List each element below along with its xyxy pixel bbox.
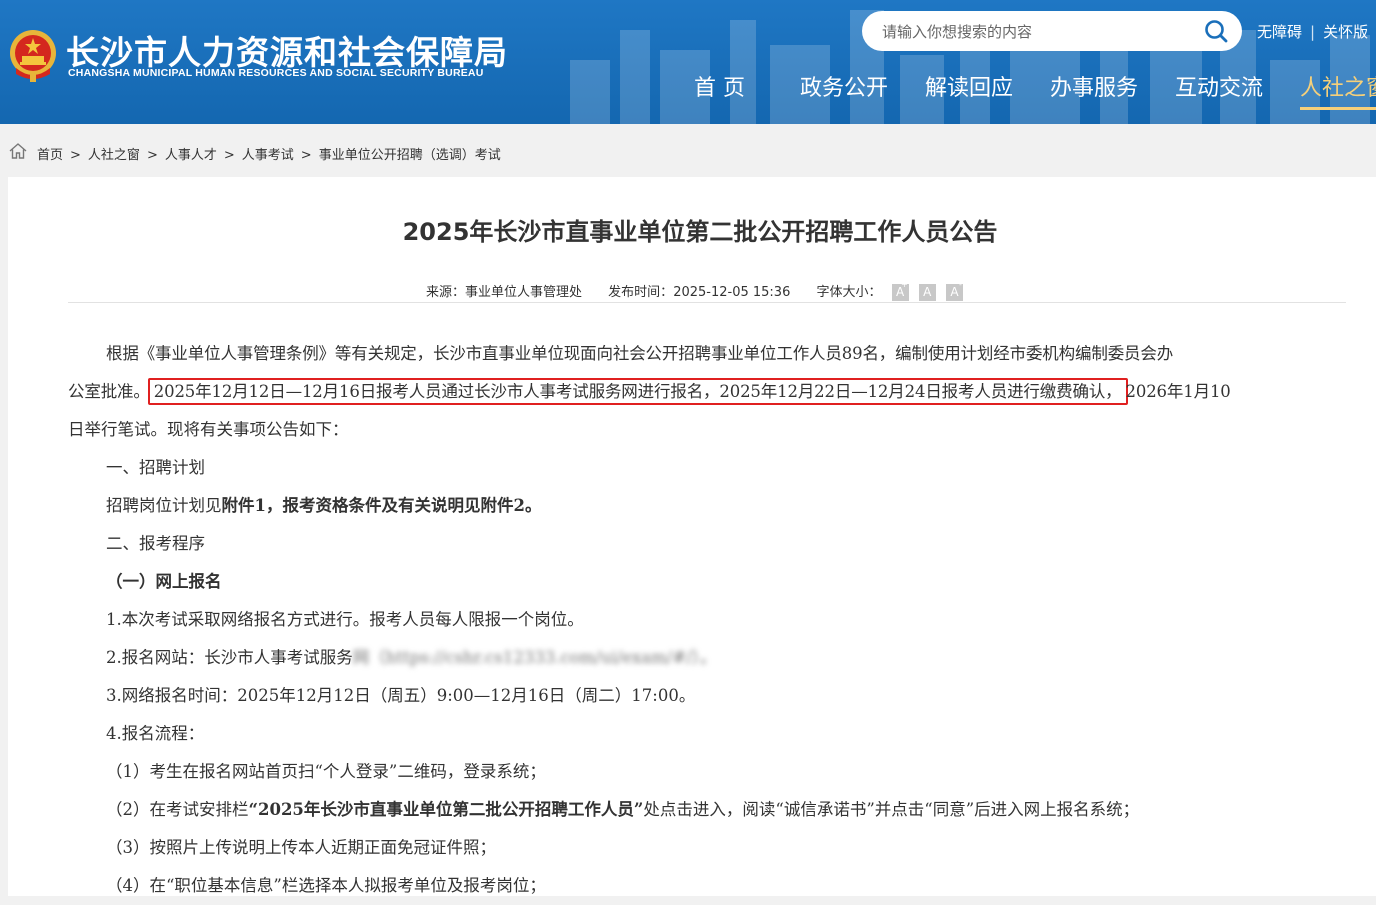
breadcrumb-personnel[interactable]: 人事人才 bbox=[165, 148, 217, 163]
paragraph-intro-line1: 根据《事业单位人事管理条例》等有关规定，长沙市直事业单位现面向社会公开招聘事业单… bbox=[106, 344, 1174, 363]
search-box bbox=[862, 11, 1242, 53]
paragraph-intro-line3: 日举行笔试。现将有关事项公告如下： bbox=[68, 420, 349, 439]
attachment-reference: 附件1，报考资格条件及有关说明见附件2。 bbox=[221, 496, 542, 515]
article-body: 根据《事业单位人事管理条例》等有关规定，长沙市直事业单位现面向社会公开招聘事业单… bbox=[68, 335, 1346, 905]
list-item: 3.网络报名时间：2025年12月12日（周五）9:00—12月16日（周二）1… bbox=[106, 686, 696, 705]
step-item: （4）在“职位基本信息”栏选择本人拟报考单位及报考岗位； bbox=[106, 876, 546, 895]
accessibility-link[interactable]: 无障碍 bbox=[1257, 21, 1302, 42]
breadcrumb-exams[interactable]: 人事考试 bbox=[242, 148, 294, 163]
list-item: 1.本次考试采取网络报名方式进行。报考人员每人限报一个岗位。 bbox=[106, 610, 584, 629]
list-item: 4.报名流程： bbox=[106, 724, 205, 743]
font-size-increase-button[interactable]: A + bbox=[891, 281, 909, 301]
nav-services[interactable]: 办事服务 bbox=[1050, 70, 1138, 102]
meta-divider bbox=[68, 302, 1346, 303]
font-size-reset-button[interactable]: A bbox=[918, 284, 936, 301]
home-icon bbox=[9, 143, 27, 159]
step-item: （3）按照片上传说明上传本人近期正面免冠证件照； bbox=[106, 838, 496, 857]
search-icon[interactable] bbox=[1204, 19, 1228, 43]
subsection-online-registration: （一）网上报名 bbox=[106, 572, 222, 591]
search-input[interactable] bbox=[880, 11, 1194, 53]
source-label: 来源： bbox=[426, 285, 466, 300]
nav-interaction[interactable]: 互动交流 bbox=[1175, 70, 1263, 102]
nav-hr-window[interactable]: 人社之窗 bbox=[1300, 70, 1376, 102]
time-value: 2025-12-05 15:36 bbox=[673, 285, 791, 300]
nav-interpretation[interactable]: 解读回应 bbox=[925, 70, 1013, 102]
blurred-url: 网（https://cshr.cs12333.com/ui/exam/#/）。 bbox=[352, 648, 717, 667]
list-item-website: 2.报名网站：长沙市人事考试服务网（https://cshr.cs12333.c… bbox=[106, 648, 717, 667]
highlighted-registration-dates: 2025年12月12日—12月16日报考人员通过长沙市人事考试服务网进行报名，2… bbox=[147, 378, 1128, 405]
article-meta: 来源：事业单位人事管理处 发布时间：2025-12-05 15:36 字体大小：… bbox=[426, 281, 963, 301]
nav-home[interactable]: 首 页 bbox=[694, 70, 745, 102]
main-nav: 首 页 政务公开 解读回应 办事服务 互动交流 人社之窗 bbox=[0, 68, 1376, 124]
step-item: （1）考生在报名网站首页扫“个人登录”二维码，登录系统； bbox=[106, 762, 546, 781]
font-size-decrease-button[interactable]: A- bbox=[945, 281, 963, 301]
article-title: 2025年长沙市直事业单位第二批公开招聘工作人员公告 bbox=[402, 218, 998, 246]
site-header: 长沙市人力资源和社会保障局 CHANGSHA MUNICIPAL HUMAN R… bbox=[0, 0, 1376, 124]
divider: | bbox=[1310, 23, 1316, 41]
breadcrumb-home[interactable]: 首页 bbox=[37, 148, 63, 163]
article-panel: 2025年长沙市直事业单位第二批公开招聘工作人员公告 来源：事业单位人事管理处 … bbox=[8, 177, 1376, 896]
font-size-label: 字体大小： bbox=[816, 285, 882, 300]
elder-mode-link[interactable]: 关怀版 bbox=[1323, 21, 1368, 42]
breadcrumb-recruitment-exam[interactable]: 事业单位公开招聘（选调）考试 bbox=[319, 148, 501, 163]
source-value: 事业单位人事管理处 bbox=[465, 285, 583, 300]
paragraph-intro-line2: 公室批准。 2025年12月12日—12月16日报考人员通过长沙市人事考试服务网进… bbox=[68, 373, 1346, 411]
nav-government-affairs[interactable]: 政务公开 bbox=[800, 70, 888, 102]
breadcrumb-hr-window[interactable]: 人社之窗 bbox=[88, 148, 140, 163]
step-item: （2）在考试安排栏“2025年长沙市直事业单位第二批公开招聘工作人员”处点击进入… bbox=[106, 800, 1140, 819]
active-nav-indicator bbox=[1300, 107, 1376, 110]
time-label: 发布时间： bbox=[608, 285, 674, 300]
top-links: 无障碍 | 关怀版 bbox=[1257, 21, 1368, 42]
section-heading-procedure: 二、报考程序 bbox=[106, 534, 205, 553]
section-text-plan: 招聘岗位计划见附件1，报考资格条件及有关说明见附件2。 bbox=[106, 496, 542, 515]
section-heading-plan: 一、招聘计划 bbox=[106, 458, 205, 477]
